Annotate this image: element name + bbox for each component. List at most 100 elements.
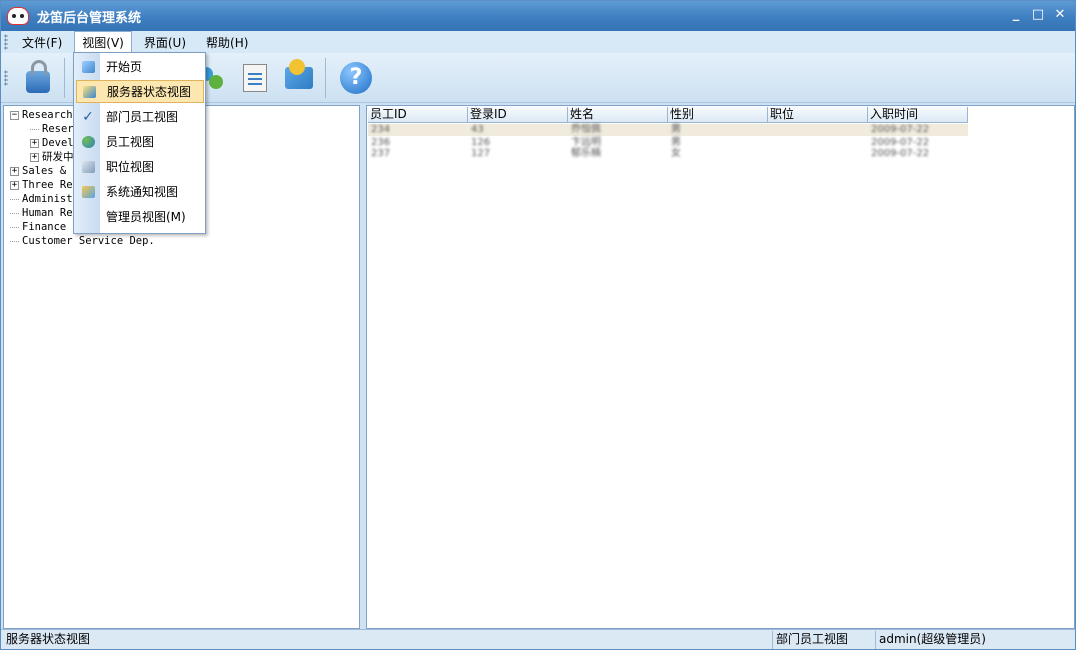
menu-item-label: 开始页 [106,60,143,74]
maximize-button[interactable]: □ [1031,7,1045,22]
cell-hire-date: 2009-07-22 [871,148,930,159]
toolbar-separator [325,57,326,98]
tree-node[interactable]: Finance [10,220,66,234]
tree-node-label: Finance [22,221,67,233]
menu-item-label: 部门员工视图 [106,110,179,124]
menu-item-employees[interactable]: 员工视图 [76,130,204,153]
expand-icon[interactable]: + [10,166,19,176]
menu-item-administrators[interactable]: 管理员视图(M) [76,205,204,228]
column-header-position[interactable]: 职位 [768,107,868,123]
column-header-gender[interactable]: 性别 [668,107,768,123]
tree-node[interactable]: + Three Re [10,178,73,192]
app-logo-icon [7,7,29,25]
minimize-button[interactable]: _ [1009,7,1023,22]
toolbar-grip[interactable] [4,69,8,86]
employee-grid[interactable]: 员工ID 登录ID 姓名 性别 职位 入职时间 234 43 乔恒佩 男 200… [366,105,1075,629]
position-icon [76,160,100,173]
tree-node[interactable]: − Research [10,108,73,122]
cell-login-id: 127 [471,148,491,159]
expand-icon[interactable]: + [30,138,39,148]
cell-employee-id: 237 [371,148,391,159]
tree-node[interactable]: + Devel [30,136,74,150]
column-header-login-id[interactable]: 登录ID [468,107,568,123]
menu-item-label: 系统通知视图 [106,185,179,199]
cell-name: 郁乐楠 [571,148,601,159]
tree-line [30,128,39,130]
status-message: 服务器状态视图 [6,632,91,646]
tree-node[interactable]: Administ [10,192,73,206]
grid-header: 员工ID 登录ID 姓名 性别 职位 入职时间 [368,107,968,123]
toolbar-separator [64,57,65,98]
menu-item-label: 服务器状态视图 [107,85,192,99]
title-bar: 龙笛后台管理系统 _ □ ✕ [1,1,1075,31]
column-header-hire-date[interactable]: 入职时间 [868,107,968,123]
cell-position [768,124,868,136]
menu-file[interactable]: 文件(F) [14,31,70,54]
tree-node[interactable]: Customer Service Dep. [10,234,155,248]
menu-item-label: 员工视图 [106,135,155,149]
cell-employee-id: 234 [371,124,391,135]
cell-position [768,148,868,160]
help-button[interactable]: ? [336,58,376,98]
tree-node[interactable]: + Sales & [10,164,66,178]
tree-node[interactable]: Human Re [10,206,73,220]
lock-button[interactable] [18,58,58,98]
menu-item-server-status[interactable]: 服务器状态视图 [76,80,204,103]
documents-icon [243,63,267,92]
menu-item-positions[interactable]: 职位视图 [76,155,204,178]
tree-node-label: Administ [22,193,73,205]
tree-line [10,198,19,200]
help-icon: ? [340,61,372,94]
cell-name: 乔恒佩 [571,124,601,135]
tree-node-label: Devel [42,137,74,149]
tree-line [10,240,19,242]
status-bar: 服务器状态视图 部门员工视图 admin(超级管理员) [1,629,1075,649]
cube-icon [76,60,100,73]
menu-bar: 文件(F) 视图(V) 界面(U) 帮助(H) [1,30,1075,54]
status-current-view: 部门员工视图 [772,631,874,649]
menu-interface[interactable]: 界面(U) [136,31,194,54]
mail-icon [76,185,100,198]
server-icon [77,85,101,98]
tree-node-label: Three Re [22,179,73,191]
tree-node-label: Reser [42,123,74,135]
tree-node-label: Sales & [22,165,67,177]
menu-item-department-employees[interactable]: ✓ 部门员工视图 [76,105,204,128]
cell-login-id: 43 [471,124,484,135]
status-user: admin(超级管理员) [875,631,1073,649]
menu-view[interactable]: 视图(V) [74,30,132,54]
cell-gender: 男 [671,124,681,135]
cell-gender: 女 [671,148,681,159]
notifications-button[interactable] [279,58,319,98]
tree-node[interactable]: + 研发中 [30,150,74,164]
column-header-name[interactable]: 姓名 [568,107,668,123]
table-row[interactable]: 234 43 乔恒佩 男 2009-07-22 [368,124,968,136]
mail-icon [285,58,313,89]
column-header-employee-id[interactable]: 员工ID [368,107,468,123]
tree-line [10,212,19,214]
tree-node-label: Customer Service Dep. [22,235,155,247]
tree-node[interactable]: Reser [30,122,74,136]
close-button[interactable]: ✕ [1053,7,1067,22]
menu-item-label: 管理员视图(M) [106,210,186,224]
documents-button[interactable] [235,58,275,98]
tree-line [10,226,19,228]
tree-node-label: Research [22,109,73,121]
tree-node-label: 研发中 [42,151,74,163]
expand-icon[interactable]: + [10,180,19,190]
menu-item-system-notifications[interactable]: 系统通知视图 [76,180,204,203]
view-menu-dropdown: 开始页 服务器状态视图 ✓ 部门员工视图 员工视图 职位视图 系统通知视图 管理… [73,52,206,234]
table-row[interactable]: 237 127 郁乐楠 女 2009-07-22 [368,148,968,160]
people-icon [76,135,100,148]
menu-item-label: 职位视图 [106,160,155,174]
collapse-icon[interactable]: − [10,110,19,120]
main-window: 龙笛后台管理系统 _ □ ✕ 文件(F) 视图(V) 界面(U) 帮助(H) ?… [0,0,1076,650]
menu-item-start-page[interactable]: 开始页 [76,55,204,78]
window-title: 龙笛后台管理系统 [37,10,142,26]
menu-grip[interactable] [4,34,8,50]
menu-help[interactable]: 帮助(H) [198,31,256,54]
window-controls: _ □ ✕ [1009,7,1067,22]
checkmark-icon: ✓ [82,108,94,125]
expand-icon[interactable]: + [30,152,39,162]
tree-node-label: Human Re [22,207,73,219]
